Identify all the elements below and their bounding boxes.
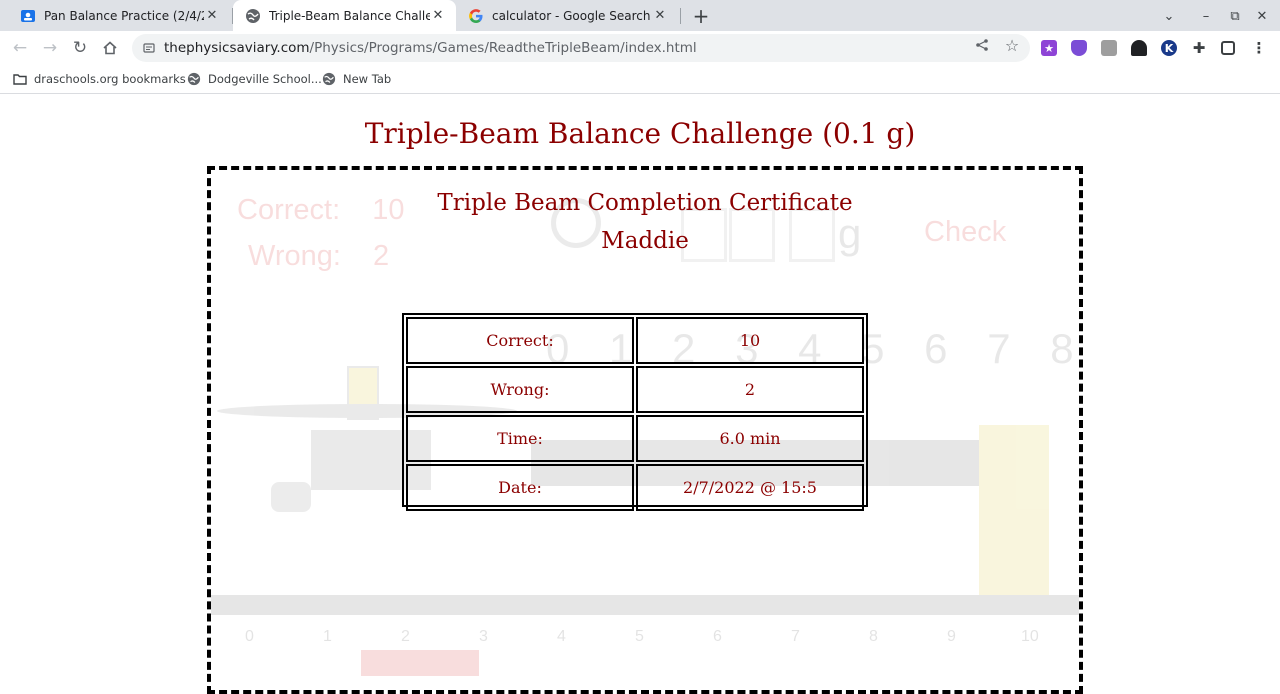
close-icon[interactable]: ✕	[430, 8, 446, 24]
ruler-label: 5	[635, 628, 644, 645]
ruler-label: 8	[869, 628, 878, 645]
row-label: Correct:	[406, 317, 634, 364]
bookmark-label: draschools.org bookmarks	[34, 72, 186, 86]
row-value: 6.0 min	[636, 415, 864, 462]
classroom-icon	[20, 8, 36, 24]
tab-title: calculator - Google Search	[492, 8, 651, 23]
row-label: Date:	[406, 464, 634, 511]
table-row: Wrong: 2	[406, 366, 864, 413]
tare-knob[interactable]	[271, 482, 311, 512]
tab-title: Pan Balance Practice (2/4/22)	[44, 8, 204, 23]
share-icon[interactable]	[974, 37, 990, 53]
spy-extension[interactable]	[1131, 40, 1147, 56]
ruler-label: 3	[479, 628, 488, 645]
bookmark-star-icon[interactable]: ☆	[1004, 36, 1020, 55]
tab-pan-balance[interactable]: Pan Balance Practice (2/4/22) ✕	[8, 0, 230, 31]
sidepanel-icon[interactable]	[1221, 41, 1235, 55]
globe-icon	[187, 72, 201, 86]
ruler-label: 10	[1021, 628, 1039, 645]
certificate-name: Maddie	[601, 228, 689, 254]
globe-icon	[322, 72, 336, 86]
ruler-label: 2	[401, 628, 410, 645]
game-frame: Correct: 10 Wrong: 2 g Check 0 1 2 3 4 5…	[207, 166, 1083, 694]
ruler-label: 9	[947, 628, 956, 645]
google-icon	[468, 8, 484, 24]
new-tab-button[interactable]: +	[689, 4, 713, 28]
url-text: thephysicsaviary.com/Physics/Programs/Ga…	[164, 40, 697, 56]
tab-title: Triple-Beam Balance Challenge (0.1 g)	[269, 8, 430, 23]
close-window-icon[interactable]: ✕	[1252, 6, 1272, 26]
folder-icon	[13, 72, 27, 86]
back-icon[interactable]: ←	[8, 36, 32, 60]
ruler-label: 1	[323, 628, 332, 645]
ruler-label: 4	[557, 628, 566, 645]
balance-stand	[979, 425, 1049, 595]
purple-bookmark-extension[interactable]: ★	[1041, 40, 1057, 56]
minimize-icon[interactable]: –	[1196, 6, 1216, 26]
page-title: Triple-Beam Balance Challenge (0.1 g)	[364, 117, 916, 150]
bookmarks-bar: draschools.org bookmarks Dodgeville Scho…	[0, 65, 1280, 94]
background-button[interactable]	[361, 650, 479, 676]
bookmark-label: New Tab	[343, 72, 392, 86]
copy-extension[interactable]	[1101, 40, 1117, 56]
menu-kebab-icon[interactable]: ⋮	[1251, 39, 1267, 57]
tab-triple-beam[interactable]: Triple-Beam Balance Challenge (0.1 g) ✕	[233, 0, 456, 31]
k-extension[interactable]: K	[1161, 40, 1177, 56]
puzzle-icon[interactable]: ✚	[1191, 39, 1207, 57]
reload-icon[interactable]: ↻	[68, 36, 92, 60]
restore-icon[interactable]: ⧉	[1225, 6, 1245, 26]
certificate-title: Triple Beam Completion Certificate	[437, 190, 853, 216]
table-row: Correct: 10	[406, 317, 864, 364]
ruler-label: 7	[791, 628, 800, 645]
row-label: Time:	[406, 415, 634, 462]
address-bar[interactable]: thephysicsaviary.com/Physics/Programs/Ga…	[132, 34, 1030, 62]
tab-search-icon[interactable]: ⌄	[1159, 6, 1179, 26]
globe-icon	[245, 8, 261, 24]
site-info-icon[interactable]	[142, 41, 156, 55]
bookmark-draschools[interactable]: draschools.org bookmarks	[13, 71, 186, 87]
ruler-label: 6	[713, 628, 722, 645]
tab-calculator[interactable]: calculator - Google Search ✕	[456, 0, 678, 31]
row-label: Wrong:	[406, 366, 634, 413]
forward-icon[interactable]: →	[38, 36, 62, 60]
rider-scale[interactable]	[211, 595, 1079, 615]
ruler-label: 0	[245, 628, 254, 645]
row-value: 10	[636, 317, 864, 364]
toolbar: ← → ↻ thephysicsaviary.com/Physics/Progr…	[0, 31, 1280, 65]
table-row: Date: 2/7/2022 @ 15:5	[406, 464, 864, 511]
bookmark-label: Dodgeville School...	[208, 72, 322, 86]
bookmark-newtab[interactable]: New Tab	[322, 71, 391, 87]
purple-shield-extension[interactable]	[1071, 40, 1087, 56]
certificate-table: Correct: 10 Wrong: 2 Time: 6.0 min Date:…	[402, 313, 868, 511]
table-row: Time: 6.0 min	[406, 415, 864, 462]
close-icon[interactable]: ✕	[204, 8, 220, 24]
tab-strip: Pan Balance Practice (2/4/22) ✕ Triple-B…	[0, 0, 1280, 31]
row-value: 2	[636, 366, 864, 413]
close-icon[interactable]: ✕	[652, 8, 668, 24]
url-domain: thephysicsaviary.com	[164, 40, 310, 56]
bookmark-dodgeville[interactable]: Dodgeville School...	[187, 71, 322, 87]
row-value: 2/7/2022 @ 15:5	[636, 464, 864, 511]
url-path: /Physics/Programs/Games/ReadtheTripleBea…	[309, 40, 697, 56]
home-icon[interactable]	[98, 36, 122, 60]
tab-divider	[680, 8, 681, 24]
